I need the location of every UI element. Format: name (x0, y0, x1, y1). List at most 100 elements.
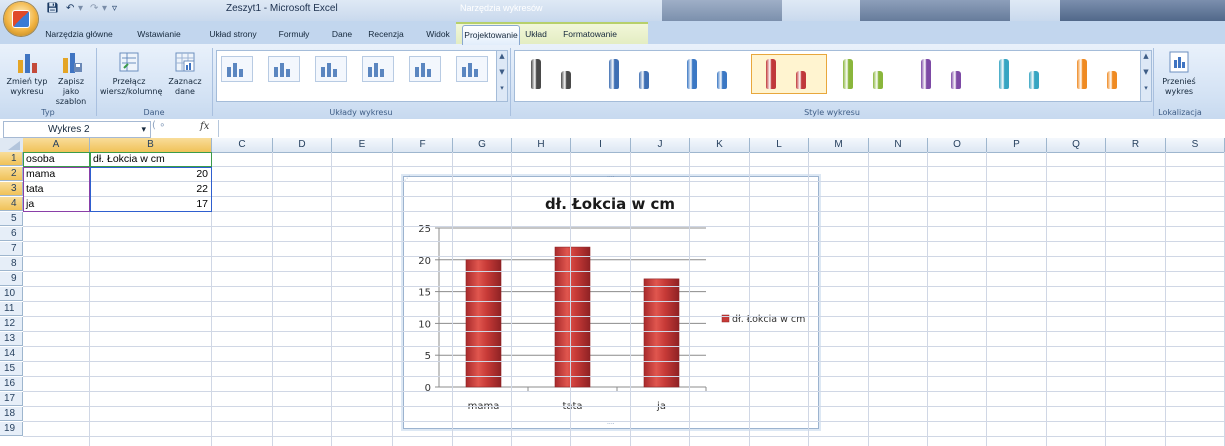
formula-input[interactable] (218, 120, 1224, 137)
chart-layout-1[interactable] (221, 56, 253, 82)
row-header-9[interactable]: 9 (0, 272, 23, 286)
chart-style-6[interactable] (907, 55, 981, 93)
tab-9[interactable]: Układ (521, 25, 551, 44)
column-header-D[interactable]: D (273, 138, 332, 152)
column-header-H[interactable]: H (512, 138, 571, 152)
row-header-4[interactable]: 4 (0, 197, 23, 211)
row-header-6[interactable]: 6 (0, 227, 23, 241)
column-header-K[interactable]: K (690, 138, 750, 152)
customize-qat-icon[interactable]: ▿ (112, 3, 117, 17)
column-header-A[interactable]: A (23, 138, 90, 152)
tab-5[interactable]: Dane (324, 25, 360, 44)
tab-10[interactable]: Formatowanie (557, 25, 623, 44)
chart-style-4[interactable] (751, 54, 827, 94)
column-header-F[interactable]: F (393, 138, 453, 152)
chart-layout-3[interactable] (315, 56, 347, 82)
change-chart-type-button[interactable]: Zmień typ wykresu (6, 50, 48, 97)
name-box[interactable]: Wykres 2 ▾ (3, 121, 151, 138)
tab-7[interactable]: Widok (418, 25, 458, 44)
select-data-button[interactable]: Zaznacz dane (162, 50, 208, 97)
save-icon[interactable]: 💾︎ (46, 3, 59, 17)
cell-B3[interactable]: 22 (90, 182, 208, 196)
row-header-3[interactable]: 3 (0, 182, 23, 196)
tab-2[interactable]: Wstawianie (128, 25, 190, 44)
tab-1[interactable]: Narzędzia główne (44, 25, 114, 44)
chart-layout-6[interactable] (456, 56, 488, 82)
column-header-G[interactable]: G (453, 138, 512, 152)
name-box-dropdown-icon[interactable]: ▾ (141, 122, 146, 137)
row-header-19[interactable]: 19 (0, 422, 23, 436)
cell-B1[interactable]: dł. Łokcia w cm (93, 152, 165, 166)
style-bar-icon (531, 59, 541, 89)
cell-B4[interactable]: 17 (90, 197, 208, 211)
insert-function-icon[interactable]: fx (200, 121, 209, 132)
row-header-13[interactable]: 13 (0, 332, 23, 346)
chart-resize-handle-top[interactable]: ···· (607, 175, 615, 181)
undo-dropdown-icon[interactable]: ▾ (78, 3, 83, 17)
chart-style-1[interactable] (517, 55, 591, 93)
column-header-E[interactable]: E (332, 138, 393, 152)
cell-A1[interactable]: osoba (26, 152, 55, 166)
chart-styles-gallery[interactable]: ▲ ▼ ▾ (514, 50, 1152, 102)
row-header-8[interactable]: 8 (0, 257, 23, 271)
row-header-1[interactable]: 1 (0, 152, 23, 166)
row-header-18[interactable]: 18 (0, 407, 23, 421)
chart-style-3[interactable] (673, 55, 747, 93)
column-header-N[interactable]: N (869, 138, 928, 152)
row-header-7[interactable]: 7 (0, 242, 23, 256)
select-all-corner[interactable] (0, 138, 24, 153)
column-header-R[interactable]: R (1106, 138, 1166, 152)
column-header-B[interactable]: B (90, 138, 212, 152)
column-header-C[interactable]: C (212, 138, 273, 152)
tab-6[interactable]: Recenzja (363, 25, 409, 44)
style-bar-icon (766, 59, 776, 89)
chart-layout-4[interactable] (362, 56, 394, 82)
move-chart-button[interactable]: Przenieś wykres (1156, 50, 1202, 97)
save-as-template-button[interactable]: Zapisz jako szablon (50, 50, 92, 107)
y-tick-label: 10 (418, 319, 431, 330)
column-header-S[interactable]: S (1166, 138, 1225, 152)
layouts-scroll[interactable]: ▲ ▼ ▾ (496, 51, 507, 101)
chart-resize-handle-bottom[interactable]: ···· (607, 422, 615, 428)
switch-row-column-button[interactable]: Przełącz wiersz/kolumnę (100, 50, 162, 97)
column-header-J[interactable]: J (631, 138, 690, 152)
type-group-label: Typ (41, 108, 55, 117)
column-header-I[interactable]: I (571, 138, 631, 152)
redo-dropdown-icon[interactable]: ▾ (102, 3, 107, 17)
office-button[interactable] (4, 2, 38, 36)
row-header-16[interactable]: 16 (0, 377, 23, 391)
row-header-2[interactable]: 2 (0, 167, 23, 181)
cell-A2[interactable]: mama (26, 167, 55, 181)
row-header-11[interactable]: 11 (0, 302, 23, 316)
column-header-M[interactable]: M (809, 138, 869, 152)
row-header-15[interactable]: 15 (0, 362, 23, 376)
cell-A4[interactable]: ja (26, 197, 34, 211)
chart-style-2[interactable] (595, 55, 669, 93)
row-header-12[interactable]: 12 (0, 317, 23, 331)
undo-icon[interactable]: ↶ (66, 3, 74, 17)
styles-scroll[interactable]: ▲ ▼ ▾ (1140, 51, 1151, 101)
column-header-O[interactable]: O (928, 138, 987, 152)
row-header-5[interactable]: 5 (0, 212, 23, 226)
style-bar-icon (561, 71, 571, 89)
style-bar-icon (873, 71, 883, 89)
column-header-P[interactable]: P (987, 138, 1047, 152)
cell-A3[interactable]: tata (26, 182, 44, 196)
column-header-Q[interactable]: Q (1047, 138, 1106, 152)
chart-layout-2[interactable] (268, 56, 300, 82)
redo-icon[interactable]: ↷ (90, 3, 98, 17)
chart-style-7[interactable] (985, 55, 1059, 93)
row-header-17[interactable]: 17 (0, 392, 23, 406)
column-header-L[interactable]: L (750, 138, 809, 152)
chart-style-8[interactable] (1063, 55, 1137, 93)
chart-layouts-gallery[interactable]: ▲ ▼ ▾ (216, 50, 508, 102)
cell-B2[interactable]: 20 (90, 167, 208, 181)
chart-layout-5[interactable] (409, 56, 441, 82)
chart-style-5[interactable] (829, 55, 903, 93)
row-header-10[interactable]: 10 (0, 287, 23, 301)
data-group-label: Dane (143, 108, 165, 117)
tab-3[interactable]: Układ strony (202, 25, 264, 44)
tab-8[interactable]: Projektowanie (462, 25, 520, 45)
row-header-14[interactable]: 14 (0, 347, 23, 361)
tab-4[interactable]: Formuły (271, 25, 317, 44)
